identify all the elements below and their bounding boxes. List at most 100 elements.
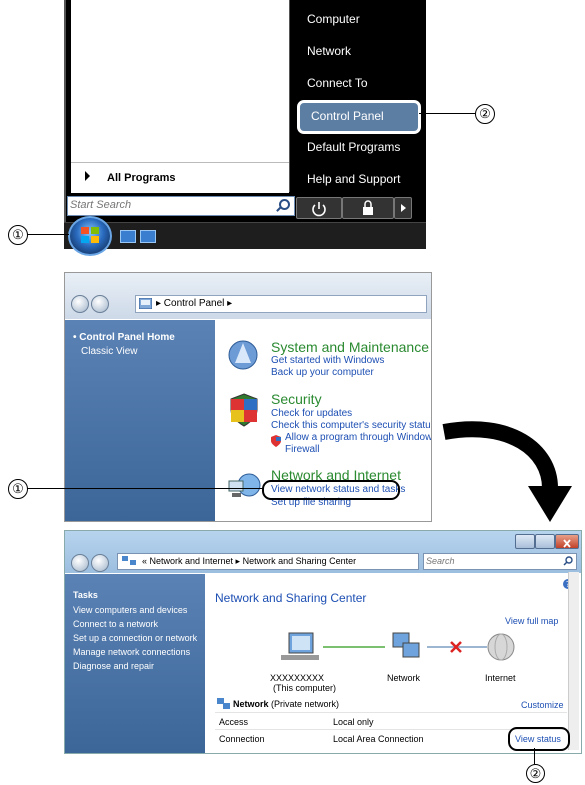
link-firewall[interactable]: Firewall: [285, 444, 319, 455]
breadcrumb[interactable]: ▸ Control Panel ▸: [135, 295, 427, 313]
show-desktop-icon[interactable]: [120, 230, 136, 243]
callout-2b: ②: [526, 764, 545, 783]
back-button[interactable]: [71, 294, 89, 313]
taskbar: [64, 222, 426, 249]
arrow-right-icon: [401, 204, 406, 212]
all-programs-label: All Programs: [107, 172, 176, 184]
network-section-title: Network (Private network): [233, 699, 339, 709]
category-security[interactable]: Security: [271, 391, 322, 407]
nav-buttons: [71, 552, 111, 572]
curved-arrow-icon: [442, 421, 572, 522]
lock-button[interactable]: [342, 197, 394, 219]
forward-button[interactable]: [91, 294, 109, 313]
task-diagnose-repair[interactable]: Diagnose and repair: [73, 661, 154, 671]
row-label-connection: Connection: [219, 734, 265, 744]
switch-windows-icon[interactable]: [140, 230, 156, 243]
task-view-computers[interactable]: View computers and devices: [73, 605, 187, 615]
power-button[interactable]: [296, 197, 342, 219]
search-icon[interactable]: [563, 556, 573, 566]
callout-2b-line: [534, 748, 536, 764]
all-programs-button[interactable]: All Programs: [71, 162, 289, 193]
menu-item-connect-to[interactable]: Connect To: [307, 76, 368, 90]
internet-globe-icon: [487, 633, 515, 661]
callout-2: ②: [475, 104, 495, 124]
search-icon[interactable]: [279, 199, 290, 210]
network-sharing-window: « Network and Internet ▸ Network and Sha…: [64, 530, 582, 754]
network-icon: [217, 698, 230, 709]
sidebar: • Control Panel Home Classic View: [65, 320, 215, 521]
control-panel-icon: [139, 298, 152, 309]
network-label: Network: [387, 673, 421, 683]
breadcrumb-text: « Network and Internet ▸ Network and Sha…: [142, 556, 357, 566]
close-button[interactable]: [555, 534, 579, 549]
row-value-access: Local only: [333, 717, 374, 727]
network-icon: [122, 556, 136, 565]
callout-2-line: [419, 113, 475, 115]
callout-1-line: [27, 234, 69, 236]
menu-item-default-programs[interactable]: Default Programs: [307, 140, 400, 154]
computer-name: XXXXXXXXX: [270, 673, 325, 683]
network-name: Network: [233, 699, 269, 709]
callout-1b-line: [27, 488, 264, 490]
link-security-status[interactable]: Check this computer's security status: [271, 420, 431, 431]
menu-item-computer[interactable]: Computer: [307, 12, 360, 26]
divider: [215, 712, 567, 713]
menu-item-help-support[interactable]: Help and Support: [307, 172, 400, 186]
task-setup-connection[interactable]: Set up a connection or network: [73, 633, 197, 643]
address-bar-area: ▸ Control Panel ▸: [65, 273, 431, 319]
sidebar-item-home[interactable]: • Control Panel Home: [73, 332, 175, 343]
back-button[interactable]: [71, 553, 89, 572]
minimize-button[interactable]: [515, 534, 535, 549]
row-value-connection: Local Area Connection: [333, 734, 424, 744]
lock-icon: [363, 200, 373, 215]
computer-subtitle: (This computer): [273, 683, 337, 693]
callout-1: ①: [8, 225, 28, 245]
page-title: Network and Sharing Center: [215, 591, 367, 605]
callout-1b: ①: [8, 479, 28, 499]
network-type: (Private network): [271, 699, 340, 709]
row-label-access: Access: [219, 717, 249, 727]
breadcrumb[interactable]: « Network and Internet ▸ Network and Sha…: [117, 553, 419, 570]
link-allow-program[interactable]: Allow a program through Windows: [285, 432, 431, 443]
customize-link[interactable]: Customize: [521, 700, 564, 710]
network-internet-icon: [228, 473, 261, 497]
breadcrumb-text: ▸ Control Panel ▸: [156, 298, 233, 309]
menu-item-control-panel[interactable]: Control Panel: [297, 100, 421, 134]
start-search-box[interactable]: [67, 196, 295, 216]
power-icon: [312, 202, 326, 217]
link-get-started[interactable]: Get started with Windows: [271, 355, 384, 366]
start-button[interactable]: [68, 216, 112, 256]
search-input[interactable]: [426, 555, 546, 567]
internet-label: Internet: [485, 673, 516, 683]
menu-item-network[interactable]: Network: [307, 44, 351, 58]
task-connect-network[interactable]: Connect to a network: [73, 619, 158, 629]
search-box[interactable]: [423, 553, 577, 570]
control-panel-label: Control Panel: [311, 109, 384, 123]
window-titlebar: « Network and Internet ▸ Network and Sha…: [65, 531, 581, 573]
tasks-title: Tasks: [73, 590, 98, 600]
power-controls: [296, 197, 412, 219]
start-search-input[interactable]: [70, 198, 266, 212]
arrow-right-icon: [85, 171, 90, 181]
forward-button[interactable]: [91, 553, 109, 572]
firewall-shield-icon: [271, 435, 281, 447]
close-icon: [563, 539, 571, 548]
nav-buttons: [71, 293, 111, 313]
category-system-maintenance[interactable]: System and Maintenance: [271, 339, 429, 355]
link-back-up[interactable]: Back up your computer: [271, 367, 374, 378]
highlight-view-network-status: [262, 480, 400, 500]
scrollbar[interactable]: [568, 572, 579, 750]
sidebar-item-classic-view[interactable]: Classic View: [81, 346, 138, 357]
view-full-map-link[interactable]: View full map: [505, 616, 558, 626]
maximize-button[interactable]: [535, 534, 555, 549]
sidebar-home-label: Control Panel Home: [79, 332, 175, 343]
system-maintenance-icon: [228, 340, 258, 370]
link-check-updates[interactable]: Check for updates: [271, 408, 352, 419]
power-options-button[interactable]: [394, 197, 412, 219]
highlight-view-status: [508, 727, 570, 751]
computer-icon: [281, 632, 319, 660]
security-shield-icon: [230, 393, 258, 427]
tasks-sidebar: Tasks View computers and devices Connect…: [65, 574, 205, 753]
task-manage-connections[interactable]: Manage network connections: [73, 647, 190, 657]
network-node-icon: [392, 632, 420, 658]
